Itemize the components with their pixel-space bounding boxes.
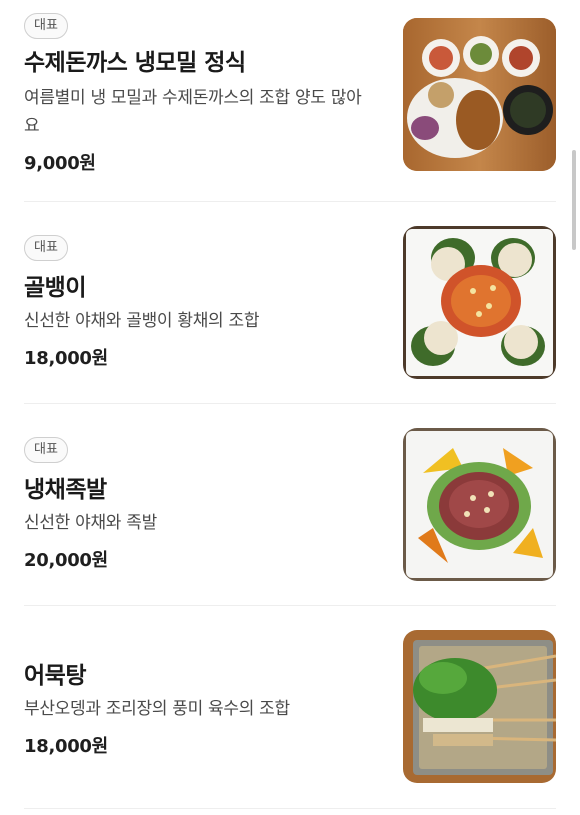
whelk-salad-photo xyxy=(403,226,556,379)
menu-item-description: 여름별미 냉 모밀과 수제돈까스의 조합 양도 많아요 xyxy=(24,88,362,136)
menu-item-price: 18,000원 xyxy=(24,348,108,369)
divider xyxy=(24,808,556,809)
menu-item[interactable]: 대표 수제돈까스 냉모밀 정식 여름별미 냉 모밀과 수제돈까스의 조합 양도 … xyxy=(0,0,580,202)
menu-item-description: 신선한 야채와 족발 xyxy=(24,513,157,533)
menu-item-photo[interactable] xyxy=(403,18,556,171)
menu-item-photo[interactable] xyxy=(403,630,556,783)
menu-item-name: 어묵탕 xyxy=(24,663,86,689)
menu-item[interactable]: 어묵탕 부산오뎅과 조리장의 풍미 육수의 조합 18,000원 xyxy=(0,606,580,815)
cold-pork-trotters-salad-photo xyxy=(403,428,556,581)
menu-item-price: 20,000원 xyxy=(24,550,108,571)
menu-item[interactable]: 대표 골뱅이 신선한 야채와 골뱅이 황채의 조합 18,000원 xyxy=(0,202,580,404)
menu-item-price: 18,000원 xyxy=(24,736,108,757)
fish-cake-soup-photo xyxy=(403,630,556,783)
menu-item-name: 수제돈까스 냉모밀 정식 xyxy=(24,50,246,76)
menu-item-photo[interactable] xyxy=(403,428,556,581)
menu-item-description: 신선한 야채와 골뱅이 황채의 조합 xyxy=(24,311,260,331)
menu-item-photo[interactable] xyxy=(403,226,556,379)
menu-item-name: 골뱅이 xyxy=(24,275,86,301)
menu-item-description: 부산오뎅과 조리장의 풍미 육수의 조합 xyxy=(24,699,290,719)
signature-badge: 대표 xyxy=(24,437,68,463)
scrollbar[interactable] xyxy=(572,150,576,250)
signature-badge: 대표 xyxy=(24,13,68,39)
menu-item[interactable]: 대표 냉채족발 신선한 야채와 족발 20,000원 xyxy=(0,404,580,606)
pork-cutlet-cold-soba-photo xyxy=(403,18,556,171)
menu-item-price: 9,000원 xyxy=(24,153,96,174)
menu-item-name: 냉채족발 xyxy=(24,477,107,503)
signature-badge: 대표 xyxy=(24,235,68,261)
